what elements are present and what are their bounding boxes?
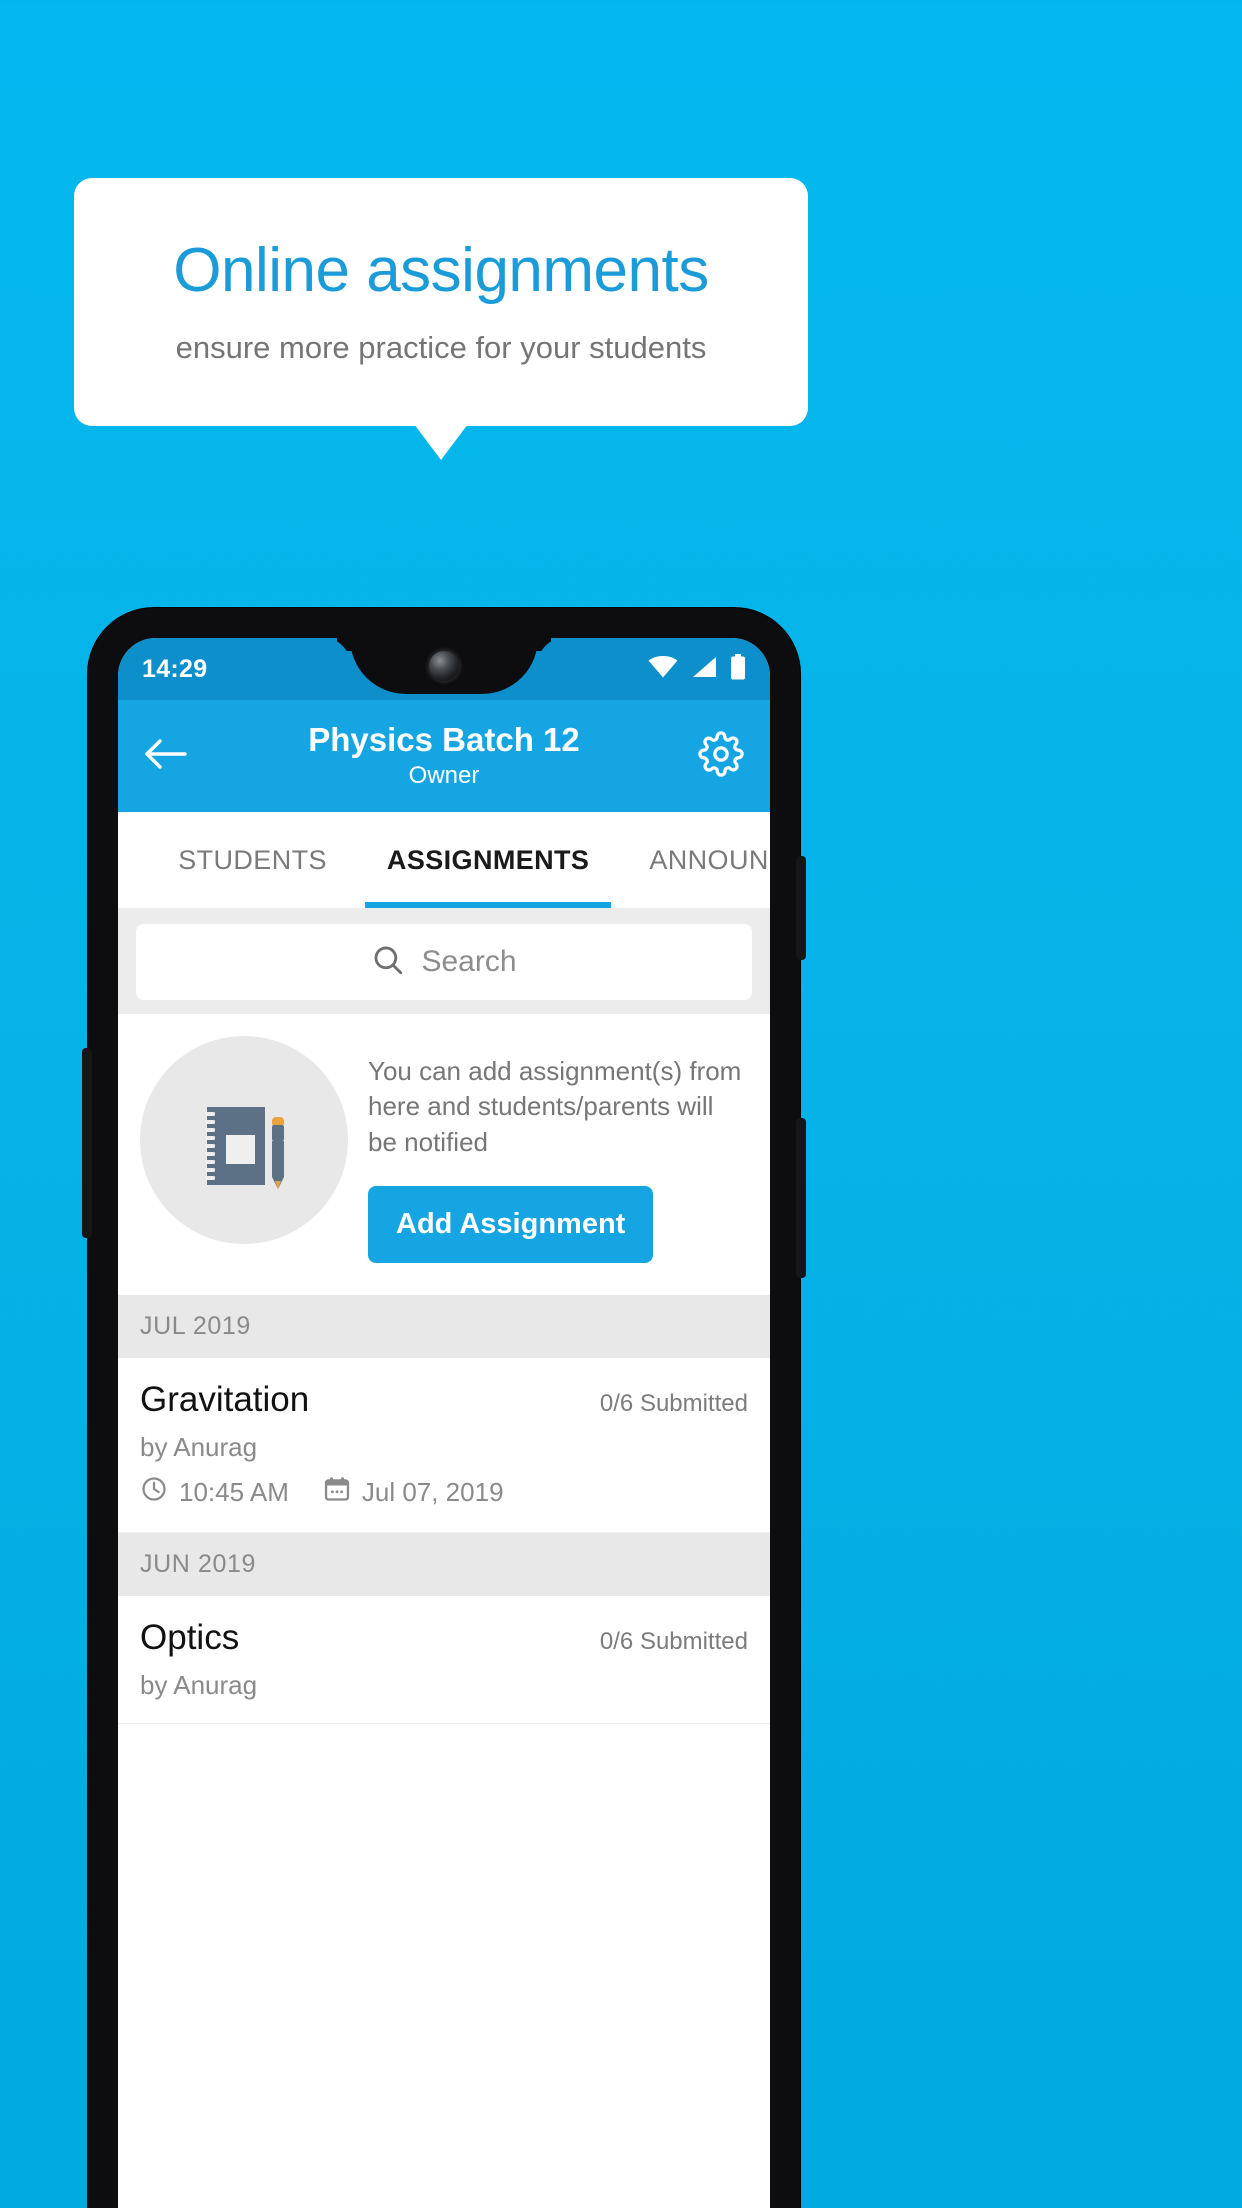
front-camera-icon [429,651,459,681]
status-bar: 14:29 [118,638,770,700]
assignment-row-top: Gravitation 0/6 Submitted [140,1380,748,1420]
phone-notch [350,638,538,694]
promo-callout-card: Online assignments ensure more practice … [74,178,808,426]
assignment-time: 10:45 AM [179,1477,289,1508]
assignment-title: Optics [140,1618,240,1658]
phone-screen: 14:29 Physics Batch 12 Owner STUDENTS AS… [118,638,770,2208]
wifi-icon [648,655,678,683]
app-bar-title-block: Physics Batch 12 Owner [118,721,770,791]
settings-button[interactable] [698,730,744,782]
clock-icon [140,1475,168,1510]
back-arrow-icon [144,737,188,776]
promo-subtitle: ensure more practice for your students [175,329,707,365]
phone-device-frame: 14:29 Physics Batch 12 Owner STUDENTS AS… [82,608,806,2208]
signal-icon [691,656,717,683]
gear-icon [698,730,744,781]
empty-state-card: You can add assignment(s) from here and … [118,1014,770,1296]
phone-power-button[interactable] [796,856,806,960]
battery-icon [730,653,746,685]
phone-volume-button[interactable] [796,1118,806,1278]
tab-bar[interactable]: IEW STUDENTS ASSIGNMENTS ANNOUNCEM [118,812,770,908]
tab-overview[interactable]: IEW [118,812,148,908]
phone-side-button-left[interactable] [82,1048,92,1238]
assignment-title: Gravitation [140,1380,310,1420]
assignment-row-top: Optics 0/6 Submitted [140,1618,748,1658]
search-icon [371,943,405,982]
month-header: JUL 2019 [118,1295,770,1359]
empty-state-right: You can add assignment(s) from here and … [368,1036,748,1264]
tab-assignments[interactable]: ASSIGNMENTS [357,812,619,908]
assignment-row[interactable]: Gravitation 0/6 Submitted by Anurag 10:4… [118,1358,770,1534]
assignment-submitted-count: 0/6 Submitted [599,1628,748,1656]
search-bar-container: Search [118,908,770,1014]
tab-students[interactable]: STUDENTS [148,812,357,908]
back-button[interactable] [144,737,196,776]
notebook-and-pen-icon [140,1036,348,1244]
assignment-author: by Anurag [140,1432,258,1463]
search-placeholder-text: Search [421,945,517,978]
page-title: Physics Batch 12 [308,720,580,758]
assignment-submitted-count: 0/6 Submitted [599,1390,748,1418]
month-header: JUN 2019 [118,1533,770,1597]
promo-title: Online assignments [173,236,709,306]
add-assignment-button[interactable]: Add Assignment [368,1186,654,1264]
assignment-meta: 10:45 AM Jul 07, 2019 [140,1475,748,1510]
tab-announcements[interactable]: ANNOUNCEM [619,812,770,908]
assignment-row[interactable]: Optics 0/6 Submitted by Anurag [118,1596,770,1725]
calendar-icon [323,1475,351,1510]
assignment-author: by Anurag [140,1670,258,1701]
assignment-date: Jul 07, 2019 [361,1477,504,1508]
app-bar: Physics Batch 12 Owner [118,700,770,812]
status-bar-icons [648,653,746,685]
promo-callout-tail [414,424,468,460]
status-bar-clock: 14:29 [142,654,208,683]
page-subtitle: Owner [408,761,480,789]
empty-state-text: You can add assignment(s) from here and … [368,1056,742,1157]
search-input[interactable]: Search [136,924,752,1000]
